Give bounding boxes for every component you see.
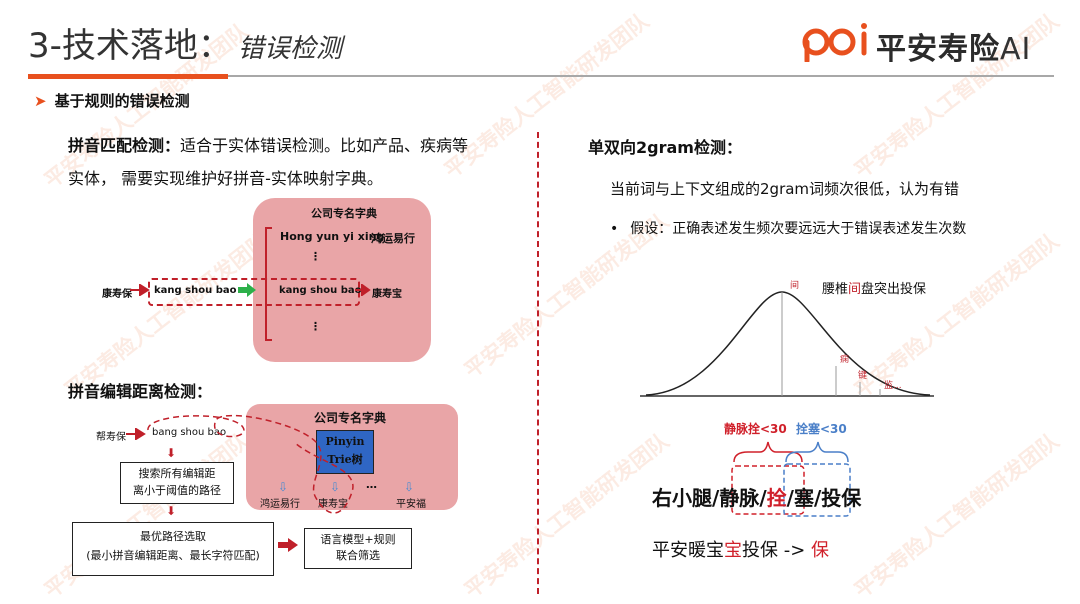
lm-line2: 联合筛选 <box>336 549 380 562</box>
pinyin-match-line1: 拼音匹配检测：适合于实体错误检测。比如产品、疾病等 <box>68 132 468 156</box>
peak-char: 间 <box>790 281 800 291</box>
brand-name: 平安寿险AI <box>876 24 1031 68</box>
best-line1: 最优路径选取 <box>140 530 206 543</box>
assumption-line: • 假设：正确表述发生频次要远远大于错误表述发生次数 <box>610 218 966 238</box>
dict-row1-entity: 鸿运易行 <box>371 232 415 245</box>
dict-ellipsis-2: ⋮ <box>310 320 321 333</box>
example-error-char: 宝 <box>724 540 742 561</box>
ngram-desc: 当前词与上下文组成的2gram词频次很低，认为有错 <box>610 180 960 198</box>
down-arrow-icon: ⬇ <box>166 504 177 518</box>
pinyin-match-heading: 拼音匹配检测： <box>68 136 181 155</box>
tail-char-2: 键 <box>858 371 868 381</box>
dict-row1-pinyin: Hong yun yi xing <box>280 230 385 243</box>
seg-word: 右小腿 <box>652 486 712 510</box>
input-word-2: 帮寿保 <box>96 432 126 443</box>
tail-char-3: 监... <box>884 381 902 391</box>
example-fix-char: 保 <box>811 540 830 561</box>
ngram-heading: 单双向2gram检测： <box>588 138 742 157</box>
brand-name-text: 平安寿险 <box>876 32 1000 67</box>
bullet-arrow-icon: ➤ <box>34 92 47 110</box>
arrow-right-icon <box>126 428 146 440</box>
count-blue: 拴塞<30 <box>796 422 847 436</box>
pinyin-match-desc2: 实体， 需要实现维护好拼音-实体映射字典。 <box>68 169 383 188</box>
example-mid: 投保 -> <box>742 540 812 561</box>
section-heading: ➤ 基于规则的错误检测 <box>34 90 190 111</box>
match-entity: 康寿宝 <box>372 289 402 300</box>
seg-word: 塞 <box>793 486 814 510</box>
watermark: 平安寿险人工智能研发团队 <box>849 428 1064 603</box>
tail-char-1: 痫 <box>840 355 850 365</box>
count-red: 静脉拴<30 <box>724 422 787 436</box>
arrow-right-icon <box>278 538 298 552</box>
search-box-line1: 搜索所有编辑距 <box>138 467 216 480</box>
down-arrow-icon: ⇩ <box>404 480 415 494</box>
curve-label-suffix: 盘突出投保 <box>861 282 927 297</box>
page-title: 3-技术落地： 错误检测 <box>28 18 342 67</box>
example-prefix: 平安暖宝 <box>652 540 724 561</box>
best-path-box: 最优路径选取 (最小拼音编辑距离、最长字符匹配) <box>72 522 274 576</box>
page-title-main: 3-技术落地： <box>28 26 232 66</box>
search-paths-box: 搜索所有编辑距 离小于阈值的路径 <box>120 462 234 504</box>
seg-word-error: 拴 <box>766 486 787 510</box>
brand-logo-mark: poi <box>800 20 802 21</box>
edit-distance-heading: 拼音编辑距离检测： <box>68 382 213 401</box>
correction-example: 平安暖宝宝投保 -> 保 <box>652 536 829 562</box>
curve-label-highlight: 间 <box>848 282 862 297</box>
seg-slash: / <box>786 486 794 510</box>
watermark: 平安寿险人工智能研发团队 <box>459 428 674 603</box>
slide: 平安寿险人工智能研发团队 平安寿险人工智能研发团队 平安寿险人工智能研发团队 平… <box>0 0 1080 604</box>
brand-logo-icon: poi <box>800 20 867 62</box>
seg-word: 投保 <box>821 486 862 510</box>
bullet-dot: • <box>610 221 619 237</box>
dict-title-1: 公司专名字典 <box>311 207 377 220</box>
pinyin-match-desc1: 适合于实体错误检测。比如产品、疾病等 <box>180 136 469 155</box>
seg-word: 静脉 <box>719 486 760 510</box>
match-pinyin: kang shou bao <box>279 285 362 296</box>
best-line2: (最小拼音编辑距离、最长字符匹配) <box>86 549 260 562</box>
dict-ellipsis-1: ⋮ <box>310 250 321 263</box>
candidate-3: 平安福 <box>396 499 426 510</box>
curve-label-prefix: 腰椎 <box>822 282 849 297</box>
column-divider <box>537 132 539 594</box>
seg-slash: / <box>759 486 767 510</box>
assumption-text: 假设：正确表述发生频次要远远大于错误表述发生次数 <box>630 221 967 237</box>
arrow-right-icon <box>355 284 371 296</box>
input-pinyin-1: kang shou bao <box>154 285 237 296</box>
section-label: 基于规则的错误检测 <box>54 92 190 110</box>
down-arrow-icon: ⬇ <box>166 446 177 460</box>
input-word-1: 康寿保 <box>102 289 132 300</box>
search-box-line2: 离小于阈值的路径 <box>133 484 221 497</box>
arrow-right-icon <box>238 283 256 297</box>
brand-ai: AI <box>1000 32 1032 67</box>
lm-rule-box: 语言模型+规则 联合筛选 <box>304 528 412 569</box>
header-rule-accent <box>28 74 228 79</box>
arrow-right-icon <box>130 284 150 296</box>
segmented-sentence: 右小腿/静脉/拴/塞/投保 <box>652 482 861 511</box>
page-title-sub: 错误检测 <box>237 34 342 64</box>
curve-label: 腰椎间盘突出投保 <box>822 278 926 297</box>
lm-line1: 语言模型+规则 <box>320 533 396 546</box>
